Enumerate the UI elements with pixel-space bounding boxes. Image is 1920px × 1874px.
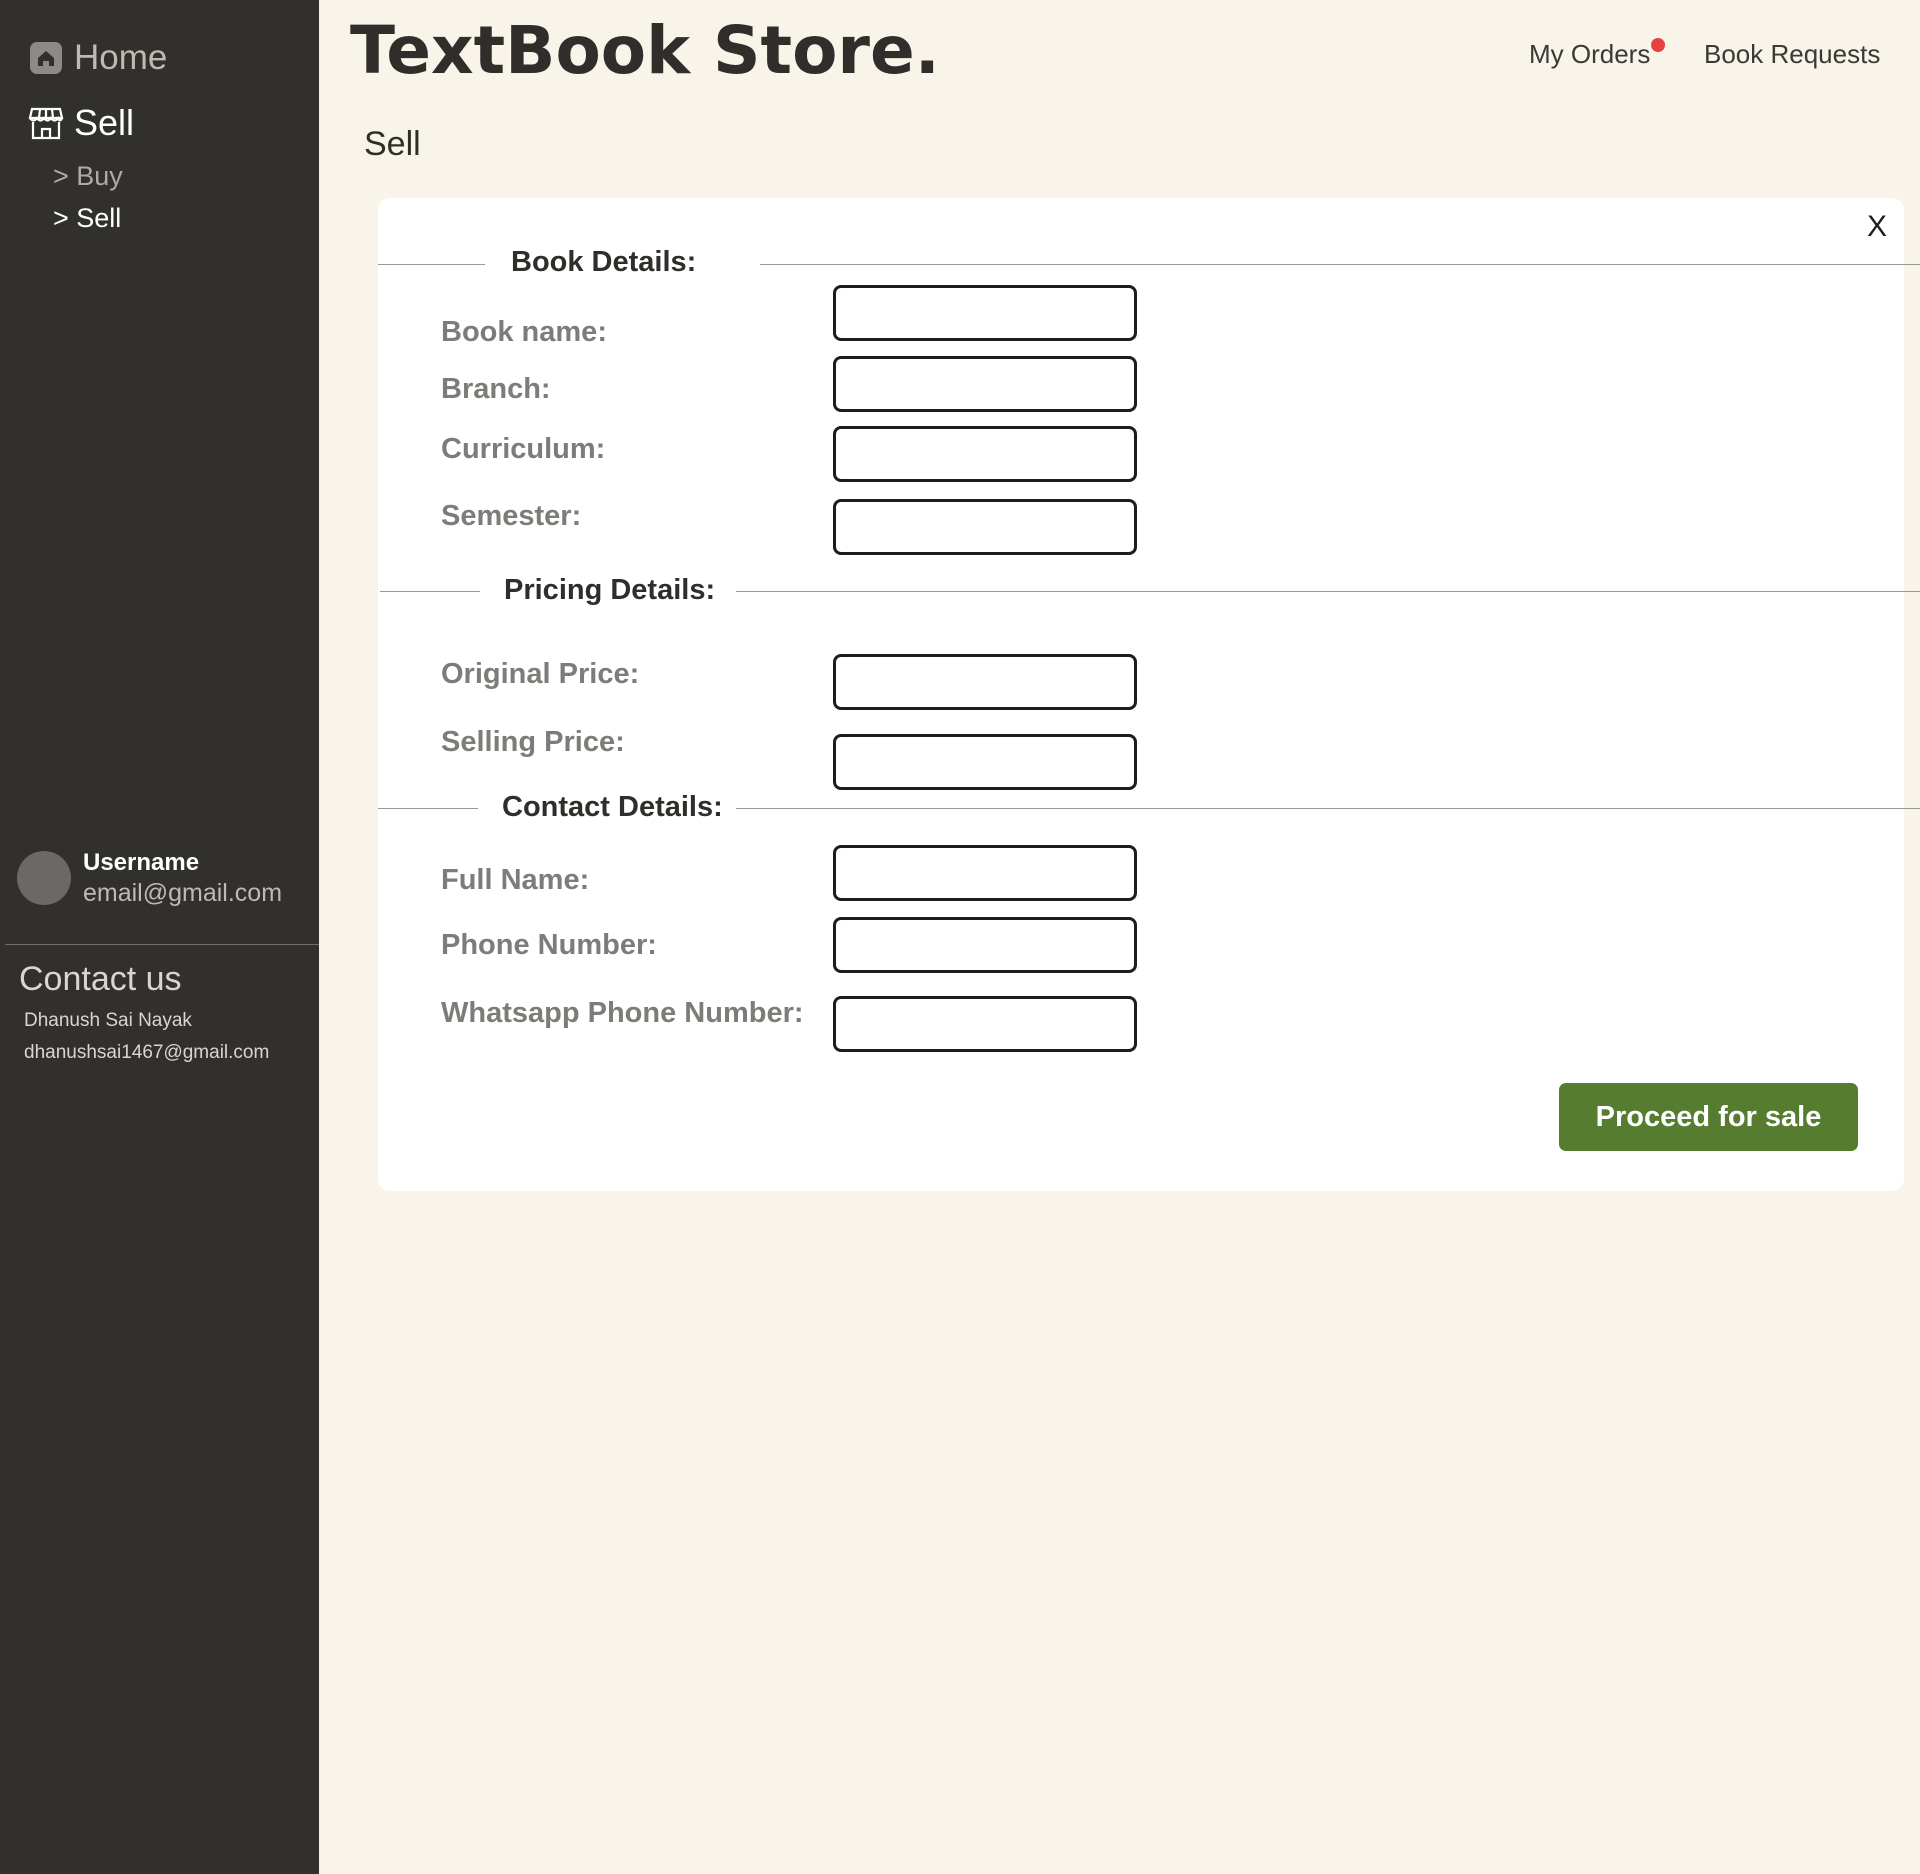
- semester-label: Semester:: [441, 500, 582, 532]
- contact-title: Contact us: [19, 960, 182, 998]
- contact-name: Dhanush Sai Nayak: [24, 1010, 192, 1031]
- user-info: Username email@gmail.com: [83, 848, 282, 908]
- contact-email: dhanushsai1467@gmail.com: [24, 1042, 270, 1063]
- user-profile[interactable]: Username email@gmail.com: [17, 848, 282, 908]
- page-title: Sell: [364, 125, 421, 163]
- user-name: Username: [83, 849, 200, 876]
- whatsapp-number-input[interactable]: [833, 996, 1137, 1052]
- phone-number-input[interactable]: [833, 917, 1137, 973]
- user-email: email@gmail.com: [83, 879, 283, 907]
- section-title-contact: Contact Details:: [502, 791, 723, 823]
- whatsapp-number-label: Whatsapp Phone Number:: [441, 997, 804, 1029]
- app-title: TextBook Store.: [350, 12, 940, 89]
- section-divider: [736, 591, 1920, 592]
- section-title-pricing: Pricing Details:: [504, 574, 716, 606]
- full-name-label: Full Name:: [441, 864, 590, 896]
- section-divider: [378, 264, 485, 265]
- original-price-input[interactable]: [833, 654, 1137, 710]
- branch-input[interactable]: [833, 356, 1137, 412]
- section-divider: [378, 808, 478, 809]
- semester-input[interactable]: [833, 499, 1137, 555]
- book-requests-link[interactable]: Book Requests: [1704, 39, 1880, 70]
- my-orders-link[interactable]: My Orders: [1529, 39, 1650, 70]
- sidebar-divider: [5, 944, 319, 945]
- branch-label: Branch:: [441, 373, 551, 405]
- section-divider: [736, 808, 1920, 809]
- selling-price-input[interactable]: [833, 734, 1137, 790]
- original-price-label: Original Price:: [441, 658, 640, 690]
- nav-sell-label: Sell: [74, 102, 135, 143]
- book-name-input[interactable]: [833, 285, 1137, 341]
- section-divider: [380, 591, 480, 592]
- avatar: [17, 851, 71, 905]
- notification-dot: [1651, 38, 1665, 52]
- close-button[interactable]: X: [1867, 210, 1887, 244]
- book-name-label: Book name:: [441, 316, 607, 348]
- nav-home[interactable]: Home: [28, 38, 167, 78]
- section-title-book: Book Details:: [511, 246, 697, 278]
- nav-home-label: Home: [74, 38, 168, 77]
- home-icon: [28, 40, 64, 76]
- sidebar: Home Sell > Buy > Sell Username email@gm…: [0, 0, 319, 1874]
- selling-price-label: Selling Price:: [441, 726, 625, 758]
- phone-number-label: Phone Number:: [441, 929, 657, 961]
- nav-sub-buy[interactable]: > Buy: [53, 161, 123, 192]
- nav-sell[interactable]: Sell: [28, 102, 134, 144]
- curriculum-label: Curriculum:: [441, 433, 606, 465]
- full-name-input[interactable]: [833, 845, 1137, 901]
- curriculum-input[interactable]: [833, 426, 1137, 482]
- proceed-for-sale-button[interactable]: Proceed for sale: [1559, 1083, 1858, 1151]
- nav-sub-sell[interactable]: > Sell: [53, 203, 121, 234]
- store-icon: [28, 105, 64, 141]
- section-divider: [760, 264, 1920, 265]
